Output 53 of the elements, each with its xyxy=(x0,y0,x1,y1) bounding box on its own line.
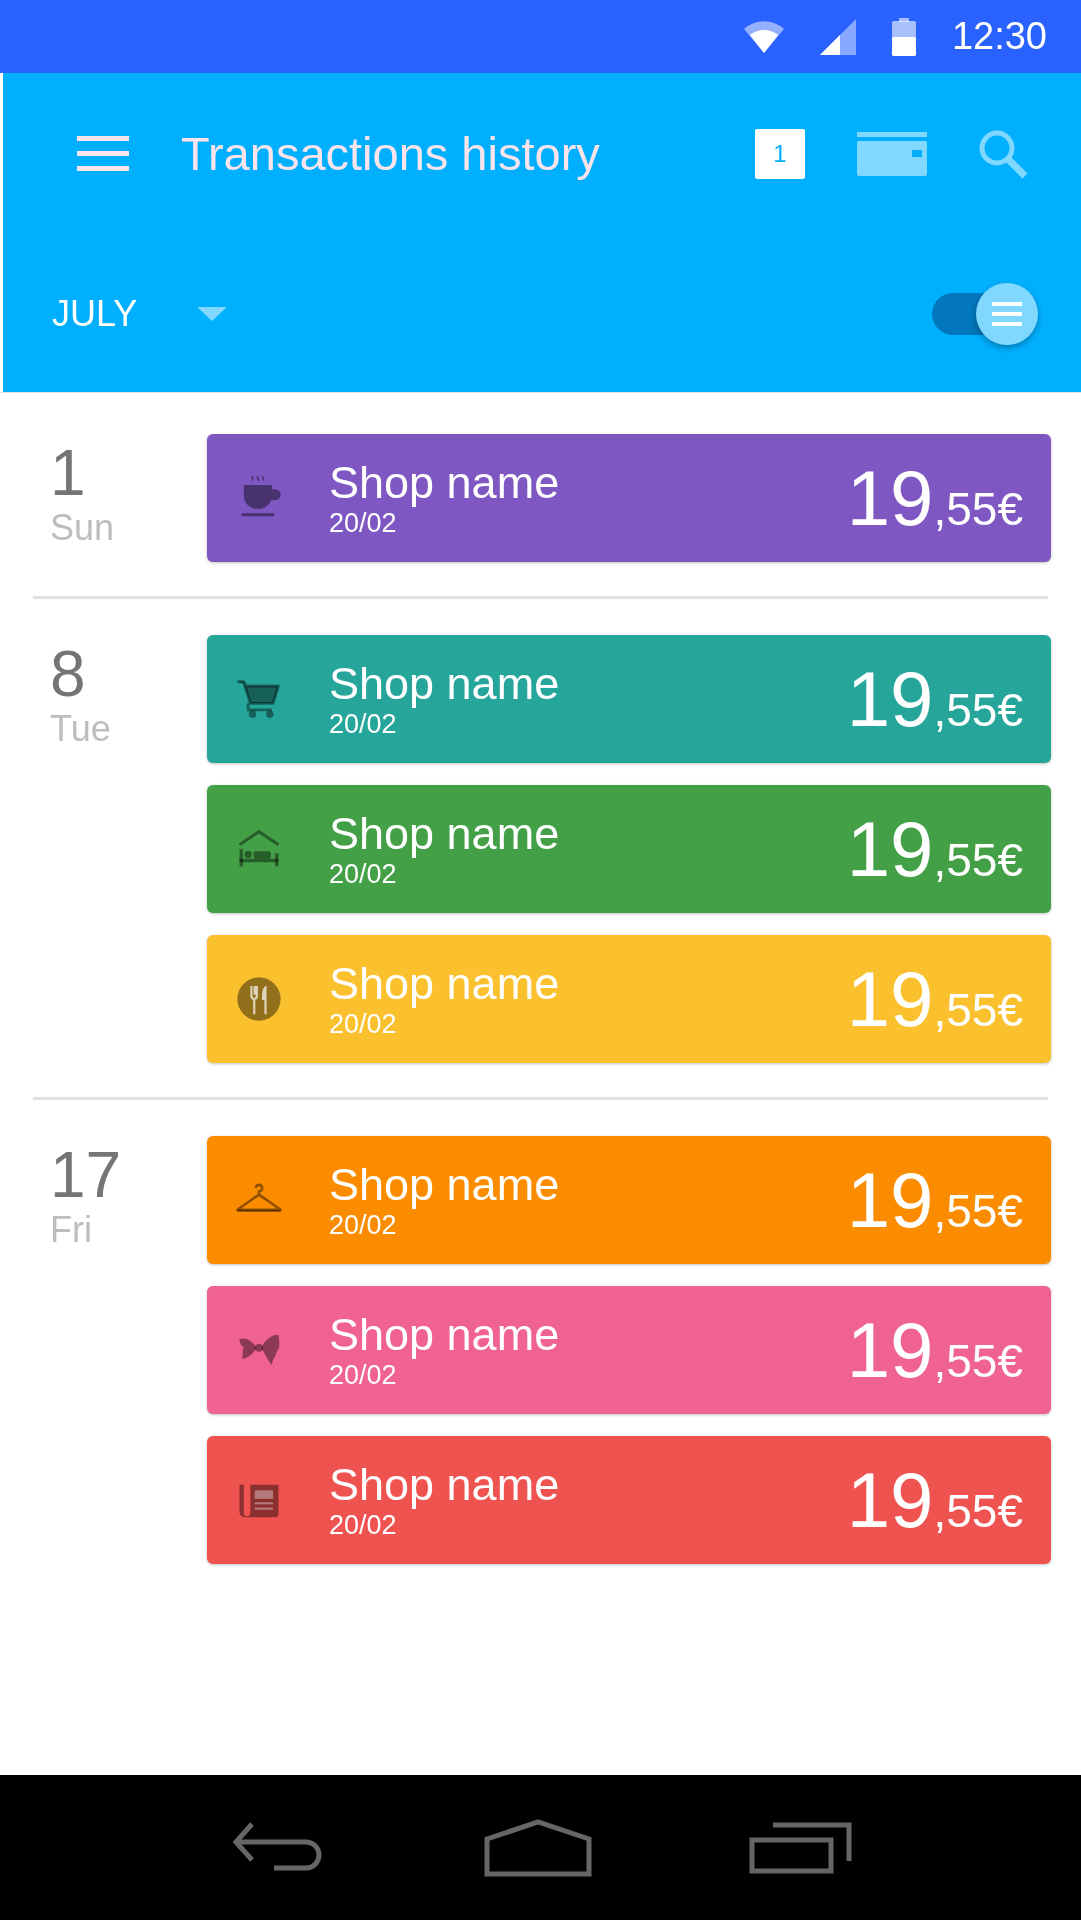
amount-whole: 19 xyxy=(846,809,934,889)
transaction-card[interactable]: Shop name 20/02 19,55€ xyxy=(207,935,1051,1063)
transaction-card[interactable]: Shop name 20/02 19,55€ xyxy=(207,1436,1051,1564)
transaction-card[interactable]: Shop name 20/02 19,55€ xyxy=(207,635,1051,763)
transaction-date: 20/02 xyxy=(329,1360,398,1390)
weekday: Sun xyxy=(50,508,116,548)
shop-name: Shop name xyxy=(329,659,560,709)
amount-fraction: ,55€ xyxy=(933,1486,1023,1536)
amount-fraction: ,55€ xyxy=(933,1186,1023,1236)
day-number: 8 xyxy=(50,639,87,709)
battery-icon xyxy=(891,17,916,56)
screen-title: Transactions history xyxy=(181,125,600,182)
transaction-card[interactable]: Shop name 20/02 19,55€ xyxy=(207,1286,1051,1414)
amount-fraction: ,55€ xyxy=(933,985,1023,1035)
shop-name: Shop name xyxy=(329,809,560,859)
transaction-date: 20/02 xyxy=(329,709,398,739)
transaction-date: 20/02 xyxy=(329,1510,398,1540)
transaction-card[interactable]: Shop name 20/02 19,55€ xyxy=(207,434,1051,562)
menu-icon[interactable] xyxy=(77,136,129,172)
dropdown-caret-icon xyxy=(197,306,228,321)
day-number: 1 xyxy=(50,438,87,508)
month-dropdown[interactable]: JULY xyxy=(52,286,228,341)
calendar-button[interactable]: 1 xyxy=(755,129,805,179)
home-icon[interactable] xyxy=(484,1818,593,1877)
wifi-icon xyxy=(743,20,784,53)
amount-whole: 19 xyxy=(846,1160,934,1240)
amount-fraction: ,55€ xyxy=(933,835,1023,885)
shop-name: Shop name xyxy=(329,1460,560,1510)
transaction-date: 20/02 xyxy=(329,859,398,889)
amount-fraction: ,55€ xyxy=(933,685,1023,735)
weekday: Tue xyxy=(50,709,112,749)
transaction-card[interactable]: Shop name 20/02 19,55€ xyxy=(207,1136,1051,1264)
amount-whole: 19 xyxy=(846,458,934,538)
list-icon xyxy=(992,301,1022,326)
transaction-date: 20/02 xyxy=(329,508,398,538)
day-number: 17 xyxy=(50,1140,123,1210)
amount-whole: 19 xyxy=(846,1460,934,1540)
transaction-card[interactable]: Shop name 20/02 19,55€ xyxy=(207,785,1051,913)
amount-fraction: ,55€ xyxy=(933,1336,1023,1386)
shop-name: Shop name xyxy=(329,1160,560,1210)
shop-name: Shop name xyxy=(329,1310,560,1360)
recent-apps-icon[interactable] xyxy=(748,1821,853,1874)
amount-whole: 19 xyxy=(846,1310,934,1390)
amount-fraction: ,55€ xyxy=(933,484,1023,534)
transaction-date: 20/02 xyxy=(329,1210,398,1240)
amount-whole: 19 xyxy=(846,659,934,739)
shop-name: Shop name xyxy=(329,959,560,1009)
amount-whole: 19 xyxy=(846,959,934,1039)
signal-icon xyxy=(819,18,856,55)
clock: 12:30 xyxy=(951,14,1047,59)
weekday: Fri xyxy=(50,1210,93,1250)
transaction-date: 20/02 xyxy=(329,1009,398,1039)
shop-name: Shop name xyxy=(329,458,560,508)
